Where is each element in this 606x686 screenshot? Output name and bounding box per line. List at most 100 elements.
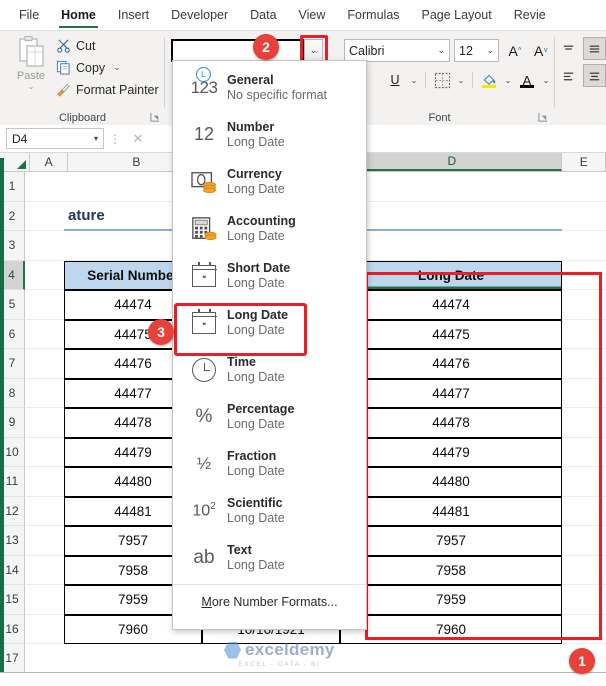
cell-b17[interactable] [64,644,202,674]
increase-font-size-button[interactable]: A ^ [504,40,526,61]
cell-a16[interactable] [25,615,64,644]
borders-caret-icon[interactable]: ⌄ [455,76,467,85]
menu-item-text[interactable]: ab Text Long Date [173,534,366,581]
cell-e13[interactable] [562,526,606,556]
font-dialog-launcher-icon[interactable] [538,112,549,123]
cell-e11[interactable] [562,467,606,497]
tab-insert[interactable]: Insert [107,0,160,30]
copy-button[interactable]: Copy ⌄ [56,58,159,77]
font-size-input[interactable]: 12 ⌄ [454,39,499,62]
font-color-caret-icon[interactable]: ⌄ [540,76,552,85]
cut-button[interactable]: Cut [56,36,159,55]
cell-d6[interactable]: 44475 [340,319,562,349]
menu-item-percentage[interactable]: % Percentage Long Date [173,393,366,440]
formula-cancel-button[interactable]: ✕ [126,128,150,150]
tab-data[interactable]: Data [239,0,287,30]
menu-item-number[interactable]: 12 Number Long Date [173,111,366,158]
clipboard-dialog-launcher-icon[interactable] [150,112,161,123]
cell-d4-header[interactable]: Long Date [340,260,562,290]
menu-item-currency[interactable]: Currency Long Date [173,158,366,205]
fill-color-button[interactable] [478,69,500,91]
fill-color-caret-icon[interactable]: ⌄ [502,76,514,85]
borders-button[interactable] [431,69,453,91]
tab-page-layout[interactable]: Page Layout [411,0,503,30]
cell-d17[interactable] [340,644,562,674]
name-box[interactable]: D4 ▾ [6,128,104,149]
cell-d14[interactable]: 7958 [340,555,562,585]
cell-e15[interactable] [562,585,606,615]
cell-d15[interactable]: 7959 [340,585,562,615]
cell-a4[interactable] [25,261,64,290]
select-all-corner-button[interactable] [0,153,30,171]
font-name-input[interactable]: Calibri ⌄ [344,39,450,62]
underline-caret-icon[interactable]: ⌄ [408,76,420,85]
number-format-input[interactable] [171,39,304,62]
tab-review[interactable]: Revie [503,0,557,30]
cell-d10[interactable]: 44479 [340,437,562,467]
cell-a11[interactable] [25,467,64,497]
paste-button[interactable]: Paste ⌄ [8,35,54,97]
cell-d11[interactable]: 44480 [340,467,562,497]
align-top-button[interactable] [557,37,580,60]
cell-d2[interactable] [340,202,562,231]
cell-a8[interactable] [25,379,64,408]
menu-item-time[interactable]: Time Long Date [173,346,366,393]
column-header-d[interactable]: D [342,153,563,171]
tab-home[interactable]: Home [50,0,107,30]
cell-e6[interactable] [562,320,606,349]
tab-developer[interactable]: Developer [160,0,239,30]
cell-d8[interactable]: 44477 [340,378,562,408]
format-painter-button[interactable]: Format Painter [56,80,159,99]
column-header-e[interactable]: E [562,153,606,171]
tab-view[interactable]: View [288,0,337,30]
cell-a9[interactable] [25,408,64,438]
underline-button[interactable]: U [384,69,406,91]
cell-e1[interactable] [562,172,606,202]
cell-d1[interactable] [340,172,562,202]
cell-e8[interactable] [562,379,606,408]
cell-d3[interactable] [340,231,562,261]
align-center-button[interactable] [583,64,606,87]
number-format-dropdown-button[interactable]: ⌄ [304,39,323,62]
cell-e7[interactable] [562,349,606,379]
cell-e9[interactable] [562,408,606,438]
cell-d9[interactable]: 44478 [340,408,562,438]
tab-file[interactable]: File [8,0,50,30]
menu-item-general[interactable]: 123 L General No specific format [173,64,366,111]
formula-bar-dots-icon[interactable]: ⋮ [104,132,126,146]
name-box-caret-icon[interactable]: ▾ [94,134,98,143]
cell-a12[interactable] [25,497,64,526]
cell-a14[interactable] [25,556,64,585]
cell-a1[interactable] [25,172,64,202]
cell-d16[interactable]: 7960 [340,614,562,644]
cell-e3[interactable] [562,231,606,261]
tab-formulas[interactable]: Formulas [336,0,410,30]
cell-e10[interactable] [562,438,606,467]
more-number-formats-button[interactable]: More Number Formats... [173,585,366,618]
cell-e4[interactable] [562,261,606,290]
cell-d7[interactable]: 44476 [340,349,562,379]
column-header-a[interactable]: A [29,153,69,171]
align-middle-button[interactable] [583,37,606,60]
cell-e14[interactable] [562,556,606,585]
cell-a13[interactable] [25,526,64,556]
cell-d13[interactable]: 7957 [340,526,562,556]
font-color-button[interactable]: A [516,69,538,91]
cell-a5[interactable] [25,290,64,320]
align-left-button[interactable] [557,64,580,87]
cell-d12[interactable]: 44481 [340,496,562,526]
font-name-caret-icon[interactable]: ⌄ [437,45,445,56]
cell-d5[interactable]: 44474 [340,290,562,320]
copy-caret-icon[interactable]: ⌄ [113,62,121,73]
cell-a6[interactable] [25,320,64,349]
cell-e2[interactable] [562,202,606,231]
cell-e12[interactable] [562,497,606,526]
cell-e5[interactable] [562,290,606,320]
menu-item-long-date[interactable]: Long Date Long Date [173,299,366,346]
menu-item-scientific[interactable]: 102 Scientific Long Date [173,487,366,534]
menu-item-fraction[interactable]: ½ Fraction Long Date [173,440,366,487]
cell-a17[interactable] [25,644,64,674]
paste-caret-icon[interactable]: ⌄ [28,82,35,91]
cell-a3[interactable] [25,231,64,261]
font-size-caret-icon[interactable]: ⌄ [486,45,494,56]
